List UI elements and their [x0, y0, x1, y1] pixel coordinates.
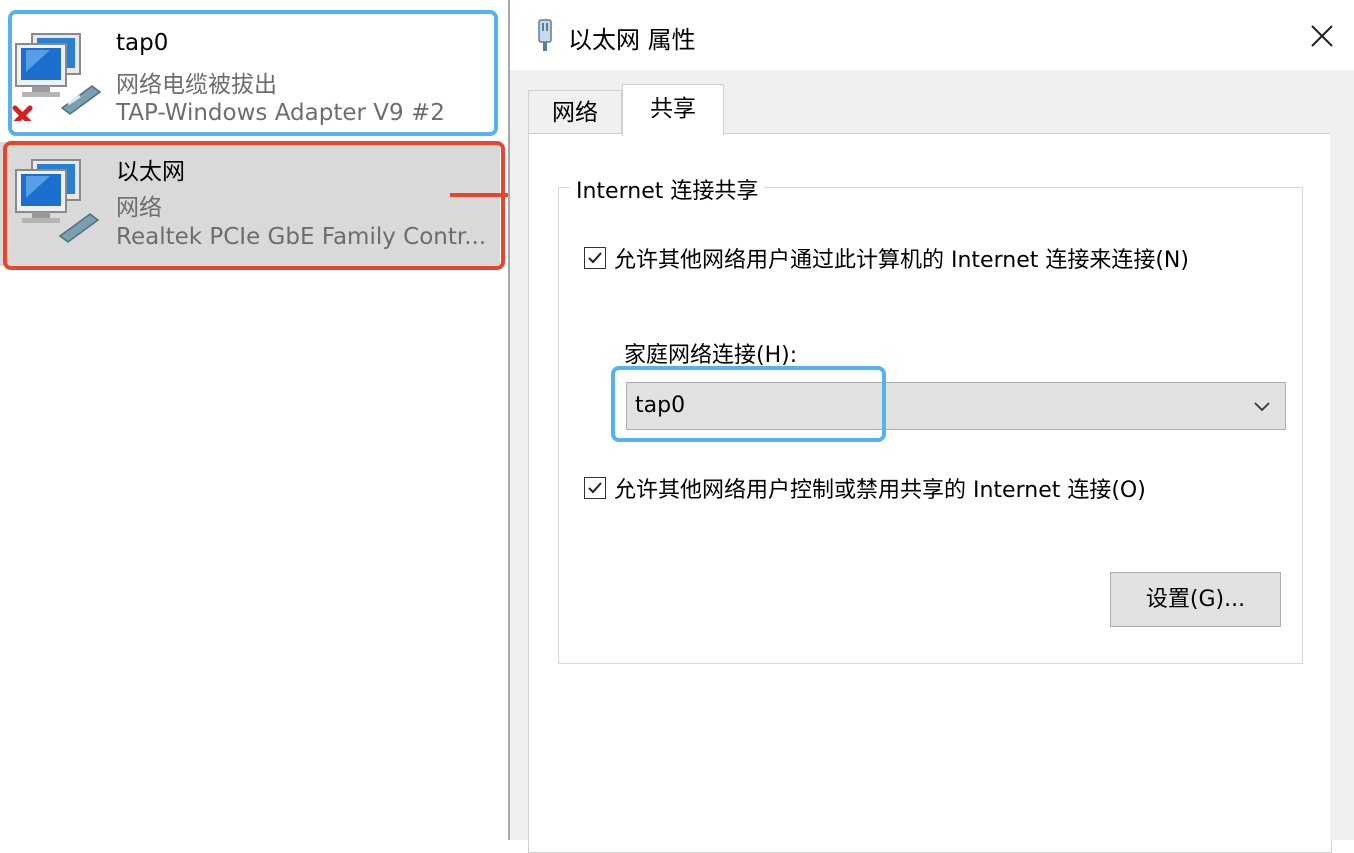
allow-connect-label: 允许其他网络用户通过此计算机的 Internet 连接来连接(N): [614, 248, 1189, 273]
allow-control-label: 允许其他网络用户控制或禁用共享的 Internet 连接(O): [614, 478, 1146, 503]
highlight-box-ethernet: [3, 141, 505, 270]
title-bar[interactable]: 以太网 属性: [510, 0, 1354, 70]
dialog-right-edge: [1330, 70, 1354, 840]
highlight-box-tap0: [8, 10, 498, 136]
settings-button[interactable]: 设置(G)...: [1110, 572, 1281, 627]
allow-control-option[interactable]: 允许其他网络用户控制或禁用共享的 Internet 连接(O): [584, 472, 1146, 504]
close-icon[interactable]: [1302, 16, 1342, 56]
checkmark-icon: [588, 252, 602, 264]
allow-connect-option[interactable]: 允许其他网络用户通过此计算机的 Internet 连接来连接(N): [584, 242, 1189, 274]
tab-sharing[interactable]: 共享: [622, 84, 724, 136]
chevron-down-icon: [1254, 402, 1270, 412]
ics-group-title: Internet 连接共享: [570, 173, 765, 205]
allow-control-checkbox[interactable]: [584, 477, 606, 499]
tab-network[interactable]: 网络: [528, 90, 622, 134]
highlight-box-home-network: [611, 366, 886, 442]
dialog-title: 以太网 属性: [568, 26, 696, 54]
home-network-label: 家庭网络连接(H):: [624, 343, 798, 368]
properties-dialog: 以太网 属性 网络 共享 Internet 连接共享 允许其他网络用户通过此计算…: [508, 0, 1354, 853]
checkmark-icon: [588, 482, 602, 494]
allow-connect-checkbox[interactable]: [584, 247, 606, 269]
ethernet-port-icon: [538, 19, 552, 51]
